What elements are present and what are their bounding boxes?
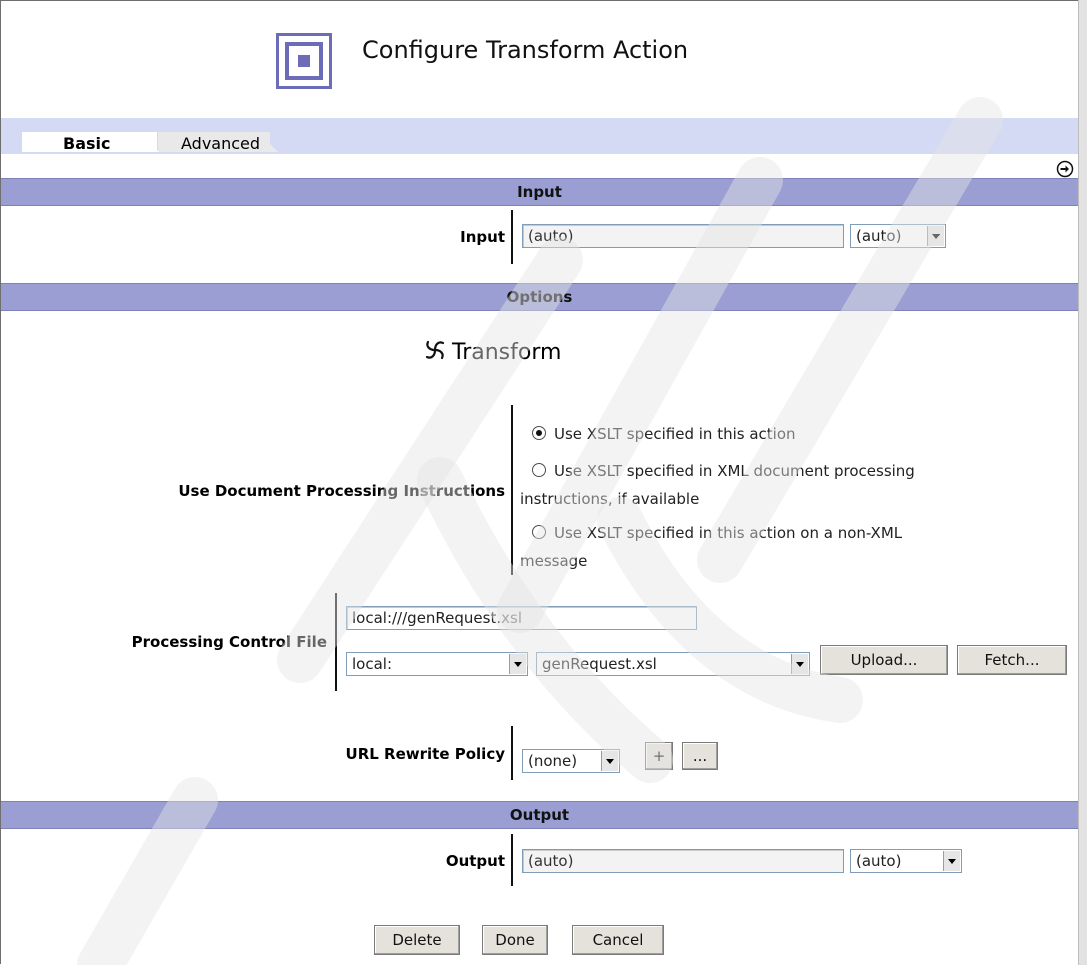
control-file-name-value: genRequest.xsl [542, 655, 657, 673]
input-context-select-value: (auto) [856, 227, 902, 245]
arrow-right-circle-icon[interactable] [1056, 160, 1074, 178]
tab-basic-label[interactable]: Basic [63, 134, 110, 153]
upload-button[interactable]: Upload... [820, 645, 948, 675]
transform-heading: Transform [452, 340, 562, 365]
vertical-scrollbar[interactable] [1078, 0, 1087, 965]
radio-button[interactable] [532, 525, 546, 539]
chevron-down-icon[interactable] [509, 654, 526, 674]
chevron-down-icon[interactable] [601, 751, 618, 771]
output-label: Output [445, 852, 505, 870]
tab-advanced-label[interactable]: Advanced [181, 134, 260, 153]
page-title: Configure Transform Action [362, 36, 689, 64]
chevron-down-icon[interactable] [943, 851, 960, 871]
output-context-select-value: (auto) [856, 852, 902, 870]
radio-option-document-pi[interactable]: Use XSLT specified in XML document proce… [532, 459, 915, 483]
add-policy-button[interactable]: + [645, 742, 673, 770]
doc-processing-label: Use Document Processing Instructions [178, 482, 505, 500]
url-rewrite-select-value: (none) [528, 752, 578, 770]
radio-option-document-pi-cont: instructions, if available [520, 490, 700, 508]
url-rewrite-select[interactable]: (none) [522, 749, 620, 773]
transform-swirl-icon [425, 340, 445, 360]
fetch-button[interactable]: Fetch... [957, 645, 1067, 675]
output-context-select[interactable]: (auto) [850, 849, 962, 873]
radio-button[interactable] [532, 463, 546, 477]
edit-policy-button[interactable]: ... [682, 742, 718, 770]
section-output-header: Output [1, 801, 1078, 829]
delete-button[interactable]: Delete [374, 925, 460, 955]
control-file-location-select[interactable]: local: [346, 652, 528, 676]
input-label: Input [460, 228, 505, 246]
chevron-down-icon[interactable] [791, 654, 808, 674]
input-field[interactable]: (auto) [522, 224, 844, 248]
chevron-down-icon[interactable] [927, 226, 944, 246]
control-file-label: Processing Control File [131, 633, 327, 651]
radio-option-non-xml[interactable]: Use XSLT specified in this action on a n… [532, 521, 902, 545]
control-file-location-value: local: [352, 655, 393, 673]
url-rewrite-label: URL Rewrite Policy [345, 745, 505, 763]
radio-option-action[interactable]: Use XSLT specified in this action [532, 422, 796, 446]
done-button[interactable]: Done [482, 925, 548, 955]
output-field[interactable]: (auto) [522, 849, 844, 873]
cancel-button[interactable]: Cancel [572, 925, 664, 955]
section-options-header: Options [1, 283, 1078, 311]
radio-option-non-xml-cont: message [520, 552, 588, 570]
control-file-url-field[interactable]: local:///genRequest.xsl [346, 606, 697, 630]
control-file-name-select[interactable]: genRequest.xsl [536, 652, 810, 676]
section-input-header: Input [1, 178, 1078, 206]
action-square-icon [276, 33, 332, 89]
input-context-select[interactable]: (auto) [850, 224, 946, 248]
radio-button[interactable] [532, 426, 546, 440]
